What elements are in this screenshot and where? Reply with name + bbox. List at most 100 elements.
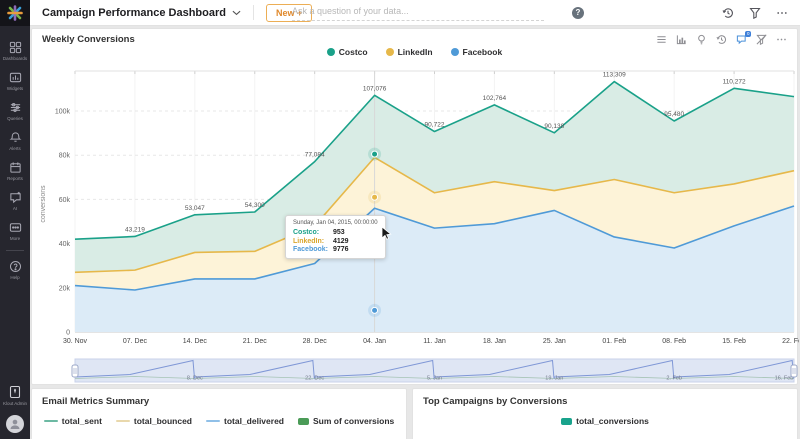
search-input[interactable]: Ask a question of your data... xyxy=(292,6,544,21)
topbar: Campaign Performance Dashboard New + Ask… xyxy=(30,0,800,26)
svg-text:conversions: conversions xyxy=(40,185,47,223)
person-icon xyxy=(8,417,22,431)
costco-dot xyxy=(327,48,335,56)
sidebar-item-label: Widgets xyxy=(7,86,23,91)
svg-text:40k: 40k xyxy=(59,241,71,248)
sidebar-item-reports[interactable]: Reports xyxy=(0,156,30,186)
svg-text:95,480: 95,480 xyxy=(664,111,684,118)
legend-item-total-sent[interactable]: total_sent xyxy=(44,416,102,426)
filter-icon[interactable] xyxy=(749,7,761,19)
weekly-conversions-panel: Weekly Conversions 0 xyxy=(31,28,798,385)
help-icon xyxy=(9,260,22,273)
legend-item-linkedin[interactable]: LinkedIn xyxy=(386,47,433,57)
chart-legend: Costco LinkedIn Facebook xyxy=(32,47,797,57)
linkedin-dot xyxy=(386,48,394,56)
svg-text:53,047: 53,047 xyxy=(185,205,205,212)
svg-text:8. Dec: 8. Dec xyxy=(187,376,203,382)
svg-text:22. Feb: 22. Feb xyxy=(782,338,799,345)
svg-text:28. Dec: 28. Dec xyxy=(303,338,328,345)
more-icon[interactable] xyxy=(776,7,788,19)
svg-text:15. Feb: 15. Feb xyxy=(722,338,746,345)
svg-text:90,722: 90,722 xyxy=(425,122,445,129)
sidebar-item-alerts[interactable]: Alerts xyxy=(0,126,30,156)
sidebar-item-widgets[interactable]: Widgets xyxy=(0,66,30,96)
sidebar-item-label: Dashboards xyxy=(3,56,27,61)
sidebar-item-label: Help xyxy=(10,275,19,280)
account-label: Klout Admin xyxy=(2,401,28,407)
sidebar-item-label: Reports xyxy=(7,176,23,181)
sidebar-divider xyxy=(6,250,24,251)
sidebar: Dashboards Widgets Queries Alerts Report… xyxy=(0,26,30,439)
facebook-dot xyxy=(451,48,459,56)
klipfolio-logo[interactable] xyxy=(0,0,30,26)
sidebar-item-queries[interactable]: Queries xyxy=(0,96,30,126)
legend-item-total-conversions[interactable]: total_conversions xyxy=(561,416,649,426)
top-campaigns-legend: total_conversions xyxy=(413,416,797,426)
sidebar-item-dashboards[interactable]: Dashboards xyxy=(0,36,30,66)
more-icon xyxy=(9,221,22,234)
chart-tooltip: Sunday, Jan 04, 2015, 00:00:00 Costco:95… xyxy=(285,215,386,259)
svg-text:30. Nov: 30. Nov xyxy=(63,338,88,345)
svg-text:43,219: 43,219 xyxy=(125,226,145,233)
queries-icon xyxy=(9,101,22,114)
panel-title: Email Metrics Summary xyxy=(32,389,406,407)
svg-text:21. Dec: 21. Dec xyxy=(243,338,268,345)
legend-item-sum-of-conversions[interactable]: Sum of conversions xyxy=(298,416,394,426)
topbar-divider xyxy=(253,5,254,20)
widgets-icon xyxy=(9,71,22,84)
svg-text:110,272: 110,272 xyxy=(723,78,746,85)
panel-title: Top Campaigns by Conversions xyxy=(413,389,797,407)
svg-text:100k: 100k xyxy=(55,109,71,116)
svg-text:80k: 80k xyxy=(59,153,71,160)
history-icon[interactable] xyxy=(722,7,734,19)
topbar-icons xyxy=(722,0,788,26)
svg-text:11. Jan: 11. Jan xyxy=(423,338,446,345)
svg-text:07. Dec: 07. Dec xyxy=(123,338,148,345)
svg-text:04. Jan: 04. Jan xyxy=(363,338,386,345)
svg-text:08. Feb: 08. Feb xyxy=(662,338,686,345)
svg-text:01. Feb: 01. Feb xyxy=(602,338,626,345)
alerts-icon xyxy=(9,131,22,144)
top-campaigns-panel: Top Campaigns by Conversions total_conve… xyxy=(412,388,798,439)
legend-item-total-delivered[interactable]: total_delivered xyxy=(206,416,284,426)
sidebar-item-label: Queries xyxy=(7,116,23,121)
legend-item-costco[interactable]: Costco xyxy=(327,47,368,57)
sidebar-item-label: AI xyxy=(13,206,17,211)
legend-item-facebook[interactable]: Facebook xyxy=(451,47,503,57)
email-metrics-legend: total_sent total_bounced total_delivered… xyxy=(32,416,406,426)
sidebar-account: Klout Admin xyxy=(2,385,28,439)
svg-text:25. Jan: 25. Jan xyxy=(543,338,566,345)
legend-item-total-bounced[interactable]: total_bounced xyxy=(116,416,192,426)
svg-text:16. Feb: 16. Feb xyxy=(775,376,794,382)
svg-text:18. Jan: 18. Jan xyxy=(483,338,506,345)
svg-text:19. Jan: 19. Jan xyxy=(545,376,563,382)
avatar[interactable] xyxy=(6,415,24,433)
admin-badge-icon[interactable] xyxy=(8,385,22,399)
svg-text:113,309: 113,309 xyxy=(603,72,626,79)
svg-text:22. Dec: 22. Dec xyxy=(305,376,324,382)
help-circle-icon[interactable]: ? xyxy=(572,7,584,19)
sidebar-item-ai[interactable]: AI xyxy=(0,186,30,216)
weekly-conversions-chart[interactable]: 30. Nov 07. Dec 14. Dec 21. Dec 28. Dec 04. J… xyxy=(32,29,799,386)
tooltip-row-costco: Costco:953 xyxy=(293,229,378,236)
tooltip-row-linkedin: LinkedIn:4129 xyxy=(293,238,378,245)
svg-text:14. Dec: 14. Dec xyxy=(183,338,208,345)
svg-text:90,138: 90,138 xyxy=(544,123,564,130)
chevron-down-icon xyxy=(232,10,241,16)
mouse-cursor xyxy=(381,226,393,241)
svg-text:60k: 60k xyxy=(59,197,71,204)
svg-text:102,764: 102,764 xyxy=(483,95,507,102)
sidebar-item-help[interactable]: Help xyxy=(0,255,30,285)
svg-text:0: 0 xyxy=(66,330,70,337)
tooltip-datetime: Sunday, Jan 04, 2015, 00:00:00 xyxy=(293,220,378,226)
tooltip-row-facebook: Facebook:9776 xyxy=(293,246,378,253)
reports-icon xyxy=(9,161,22,174)
sidebar-item-label: Alerts xyxy=(9,146,21,151)
dashboards-icon xyxy=(9,41,22,54)
svg-text:5. Jan: 5. Jan xyxy=(427,376,442,382)
svg-text:20k: 20k xyxy=(59,285,71,292)
email-metrics-panel: Email Metrics Summary total_sent total_b… xyxy=(31,388,407,439)
svg-text:77,084: 77,084 xyxy=(305,152,325,159)
sidebar-item-more[interactable]: More xyxy=(0,216,30,246)
dashboard-title-menu[interactable]: Campaign Performance Dashboard xyxy=(42,7,241,19)
